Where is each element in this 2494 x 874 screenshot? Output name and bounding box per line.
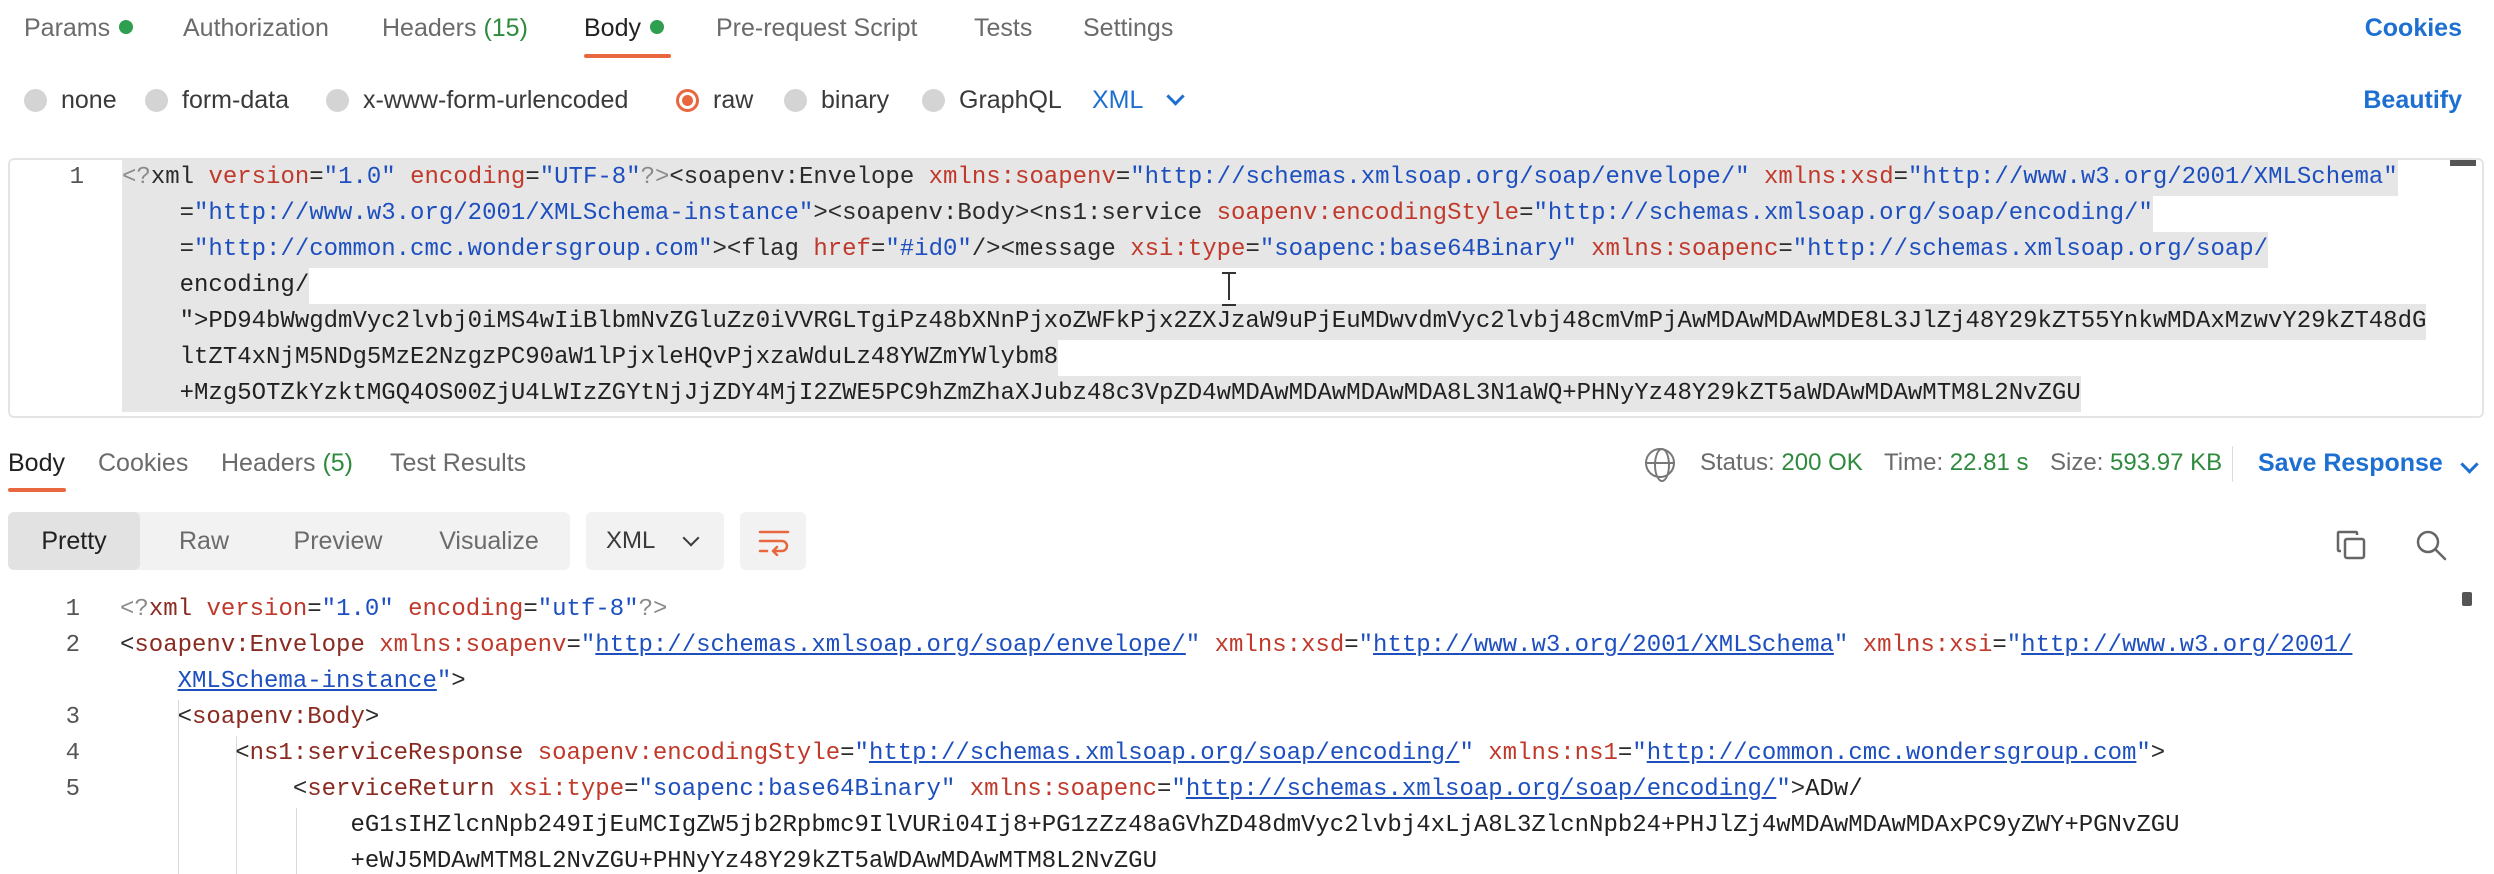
body-type-selector: none form-data x-www-form-urlencoded raw… <box>0 70 2494 132</box>
active-tab-indicator <box>584 54 671 58</box>
response-body-viewer[interactable]: 1 2 3 4 5 <?xml version="1.0" encoding="utf-… <box>0 592 2494 874</box>
line-gutter: 1 <box>10 160 120 416</box>
tab-pre-request-script[interactable]: Pre-request Script <box>716 0 917 58</box>
radio-form-data[interactable]: form-data <box>145 70 289 130</box>
text-cursor-icon <box>1222 272 1236 306</box>
divider <box>2232 446 2233 482</box>
request-body-editor[interactable]: 1 <?xml version="1.0" encoding="UTF-8"?>… <box>8 158 2484 418</box>
response-format-select[interactable]: XML <box>586 512 724 570</box>
radio-none[interactable]: none <box>24 70 117 130</box>
radio-x-www-form-urlencoded[interactable]: x-www-form-urlencoded <box>326 70 628 130</box>
code-line: ="http://www.w3.org/2001/XMLSchema-insta… <box>122 196 2153 232</box>
line-number: 1 <box>69 164 84 191</box>
save-response-button[interactable]: Save Response <box>2258 438 2479 488</box>
radio-binary[interactable]: binary <box>784 70 889 130</box>
code-line: +Mzg5OTZkYzktMGQ4OS00ZjU4LWIzZGYtNjJjZDY… <box>122 376 2081 412</box>
body-indicator-dot <box>649 20 664 34</box>
line-number: 3 <box>65 704 80 731</box>
wrap-lines-icon <box>758 530 790 556</box>
line-number: 2 <box>65 632 80 659</box>
code-line: <?xml version="1.0" encoding="utf-8"?> <box>120 596 668 623</box>
code-line: ">PD94bWwgdmVyc2lvbj0iMS4wIiBlbmNvZGluZz… <box>122 304 2427 340</box>
tab-headers[interactable]: Headers (15) <box>382 0 528 58</box>
code-line: ="http://common.cmc.wondersgroup.com"><f… <box>122 232 2269 268</box>
view-mode-selector: Pretty Raw Preview Visualize <box>8 512 570 570</box>
tab-settings[interactable]: Settings <box>1083 0 1173 58</box>
view-raw[interactable]: Raw <box>140 512 268 570</box>
radio-raw[interactable]: raw <box>676 70 753 130</box>
view-preview[interactable]: Preview <box>268 512 408 570</box>
response-tabs: Body Cookies Headers (5) Test Results St… <box>0 438 2494 498</box>
globe-icon[interactable] <box>1645 448 1675 482</box>
radio-button <box>784 88 807 112</box>
response-status: Status: 200 OK <box>1700 449 1863 476</box>
chevron-down-icon <box>2460 455 2479 474</box>
response-code[interactable]: <?xml version="1.0" encoding="utf-8"?> <s… <box>120 592 2454 874</box>
chevron-down-icon <box>682 529 700 546</box>
response-tab-test-results[interactable]: Test Results <box>390 438 526 488</box>
line-number: 4 <box>65 740 80 767</box>
language-select[interactable]: XML <box>1092 70 1186 130</box>
tab-params[interactable]: Params <box>24 0 134 58</box>
code-line: ltZT4xNjM5NDg5MzE2NzgzPC90aW1lPjxleHQvPj… <box>122 340 1059 376</box>
code-line: <soapenv:Envelope xmlns:soapenv="http://… <box>120 632 2353 659</box>
params-indicator-dot <box>119 20 134 34</box>
chevron-down-icon <box>1166 87 1186 106</box>
search-icon[interactable] <box>2414 528 2448 562</box>
copy-icon[interactable] <box>2334 528 2368 562</box>
code-line: XMLSchema-instance"> <box>177 668 466 695</box>
response-tab-cookies[interactable]: Cookies <box>98 438 188 488</box>
view-visualize[interactable]: Visualize <box>408 512 570 570</box>
response-size: Size: 593.97 KB <box>2050 449 2223 476</box>
radio-button <box>145 88 168 112</box>
radio-button <box>326 88 349 112</box>
radio-button-selected <box>676 88 699 112</box>
tab-body[interactable]: Body <box>584 0 664 58</box>
code-line: +eWJ5MDAwMTM8L2NvZGU+PHNyYz48Y29kZT5aWDA… <box>120 848 1157 874</box>
wrap-lines-button[interactable] <box>740 512 806 570</box>
code-line: <?xml version="1.0" encoding="UTF-8"?><s… <box>122 160 2398 196</box>
radio-graphql[interactable]: GraphQL <box>922 70 1062 130</box>
line-number: 5 <box>65 776 80 803</box>
line-number: 1 <box>65 596 80 623</box>
code-line: eG1sIHZlcnNpb249IjEuMCIgZW5jb2Rpbmc9IlVU… <box>120 812 2180 839</box>
tab-tests[interactable]: Tests <box>974 0 1032 58</box>
code-line: <serviceReturn xsi:type="soapenc:base64B… <box>292 776 1863 803</box>
scrollbar[interactable] <box>2450 160 2476 166</box>
code-line: <ns1:serviceResponse soapenv:encodingSty… <box>235 740 2166 767</box>
cookies-link[interactable]: Cookies <box>2365 0 2462 56</box>
response-tab-headers[interactable]: Headers (5) <box>221 438 353 488</box>
request-code[interactable]: <?xml version="1.0" encoding="UTF-8"?><s… <box>122 160 2442 412</box>
beautify-button[interactable]: Beautify <box>2363 70 2462 130</box>
response-time: Time: 22.81 s <box>1884 449 2029 476</box>
response-tab-body[interactable]: Body <box>8 438 65 488</box>
request-tabs: Params Authorization Headers (15) Body P… <box>0 0 2494 62</box>
code-line: encoding/ <box>122 268 310 304</box>
tab-authorization[interactable]: Authorization <box>183 0 329 58</box>
radio-button <box>24 88 47 112</box>
view-pretty[interactable]: Pretty <box>8 512 140 570</box>
radio-button <box>922 88 945 112</box>
active-response-tab-indicator <box>8 488 66 492</box>
scrollbar[interactable] <box>2462 592 2472 606</box>
code-line: <soapenv:Body> <box>177 704 380 731</box>
